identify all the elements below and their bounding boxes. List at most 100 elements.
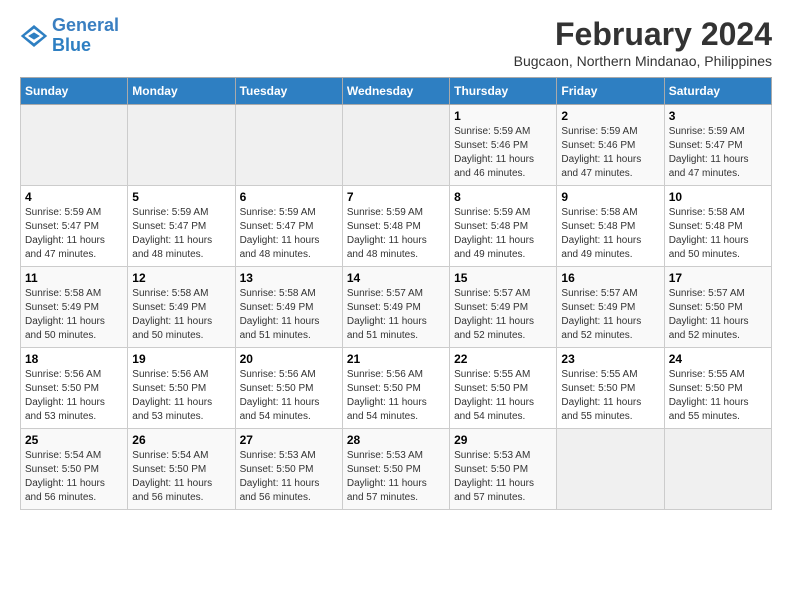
day-number: 2	[561, 109, 659, 123]
calendar-cell: 29 Sunrise: 5:53 AMSunset: 5:50 PMDayligh…	[450, 429, 557, 510]
calendar-cell: 3 Sunrise: 5:59 AMSunset: 5:47 PMDaylight…	[664, 105, 771, 186]
day-number: 21	[347, 352, 445, 366]
day-number: 12	[132, 271, 230, 285]
calendar-cell: 21Sunrise: 5:56 AMSunset: 5:50 PMDayligh…	[342, 348, 449, 429]
day-info: Sunrise: 5:53 AMSunset: 5:50 PMDaylight:…	[240, 449, 338, 505]
day-info: Sunrise: 5:53 AMSunset: 5:50 PMDaylight:…	[347, 449, 445, 505]
day-info: Sunrise: 5:55 AMSunset: 5:50 PMDaylight:…	[561, 368, 659, 424]
day-number: 26	[132, 433, 230, 447]
calendar-cell: 5 Sunrise: 5:59 AMSunset: 5:47 PMDaylight…	[128, 186, 235, 267]
logo-icon	[20, 25, 48, 47]
day-info: Sunrise: 5:54 AMSunset: 5:50 PMDaylight:…	[132, 449, 230, 505]
day-info: Sunrise: 5:55 AMSunset: 5:50 PMDaylight:…	[454, 368, 552, 424]
day-number: 6	[240, 190, 338, 204]
calendar-cell: 15 Sunrise: 5:57 AMSunset: 5:49 PMDayligh…	[450, 267, 557, 348]
day-info: Sunrise: 5:59 AMSunset: 5:47 PMDaylight:…	[25, 206, 123, 262]
calendar-week-2: 4Sunrise: 5:59 AMSunset: 5:47 PMDaylight…	[21, 186, 772, 267]
day-info: Sunrise: 5:54 AMSunset: 5:50 PMDaylight:…	[25, 449, 123, 505]
day-number: 10	[669, 190, 767, 204]
calendar-cell: 22 Sunrise: 5:55 AMSunset: 5:50 PMDayligh…	[450, 348, 557, 429]
column-header-saturday: Saturday	[664, 78, 771, 105]
day-number: 28	[347, 433, 445, 447]
calendar-cell: 14 Sunrise: 5:57 AMSunset: 5:49 PMDayligh…	[342, 267, 449, 348]
calendar-week-3: 11 Sunrise: 5:58 AMSunset: 5:49 PMDayligh…	[21, 267, 772, 348]
day-info: Sunrise: 5:59 AMSunset: 5:48 PMDaylight:…	[347, 206, 445, 262]
calendar-table: SundayMondayTuesdayWednesdayThursdayFrid…	[20, 77, 772, 510]
day-number: 19	[132, 352, 230, 366]
calendar-cell: 28 Sunrise: 5:53 AMSunset: 5:50 PMDayligh…	[342, 429, 449, 510]
calendar-cell: 6 Sunrise: 5:59 AMSunset: 5:47 PMDaylight…	[235, 186, 342, 267]
calendar-cell: 10 Sunrise: 5:58 AMSunset: 5:48 PMDayligh…	[664, 186, 771, 267]
calendar-cell: 16Sunrise: 5:57 AMSunset: 5:49 PMDayligh…	[557, 267, 664, 348]
column-header-friday: Friday	[557, 78, 664, 105]
column-header-thursday: Thursday	[450, 78, 557, 105]
calendar-week-4: 18 Sunrise: 5:56 AMSunset: 5:50 PMDayligh…	[21, 348, 772, 429]
day-number: 17	[669, 271, 767, 285]
day-info: Sunrise: 5:56 AMSunset: 5:50 PMDaylight:…	[25, 368, 123, 424]
day-number: 9	[561, 190, 659, 204]
day-number: 23	[561, 352, 659, 366]
day-info: Sunrise: 5:58 AMSunset: 5:49 PMDaylight:…	[132, 287, 230, 343]
day-info: Sunrise: 5:56 AMSunset: 5:50 PMDaylight:…	[240, 368, 338, 424]
calendar-body: 1Sunrise: 5:59 AMSunset: 5:46 PMDaylight…	[21, 105, 772, 510]
day-number: 25	[25, 433, 123, 447]
logo-text: General Blue	[52, 16, 119, 56]
calendar-cell: 24 Sunrise: 5:55 AMSunset: 5:50 PMDayligh…	[664, 348, 771, 429]
day-number: 27	[240, 433, 338, 447]
calendar-cell: 8Sunrise: 5:59 AMSunset: 5:48 PMDaylight…	[450, 186, 557, 267]
day-info: Sunrise: 5:58 AMSunset: 5:48 PMDaylight:…	[561, 206, 659, 262]
day-info: Sunrise: 5:59 AMSunset: 5:47 PMDaylight:…	[669, 125, 767, 181]
day-info: Sunrise: 5:57 AMSunset: 5:49 PMDaylight:…	[454, 287, 552, 343]
calendar-cell	[557, 429, 664, 510]
day-number: 3	[669, 109, 767, 123]
location: Bugcaon, Northern Mindanao, Philippines	[514, 53, 772, 69]
calendar-cell: 27 Sunrise: 5:53 AMSunset: 5:50 PMDayligh…	[235, 429, 342, 510]
day-info: Sunrise: 5:59 AMSunset: 5:46 PMDaylight:…	[454, 125, 552, 181]
calendar-week-1: 1Sunrise: 5:59 AMSunset: 5:46 PMDaylight…	[21, 105, 772, 186]
column-header-monday: Monday	[128, 78, 235, 105]
calendar-cell: 1Sunrise: 5:59 AMSunset: 5:46 PMDaylight…	[450, 105, 557, 186]
month-year: February 2024	[514, 16, 772, 53]
calendar-cell: 9 Sunrise: 5:58 AMSunset: 5:48 PMDaylight…	[557, 186, 664, 267]
day-number: 14	[347, 271, 445, 285]
day-number: 18	[25, 352, 123, 366]
day-info: Sunrise: 5:57 AMSunset: 5:49 PMDaylight:…	[347, 287, 445, 343]
calendar-cell	[664, 429, 771, 510]
day-info: Sunrise: 5:58 AMSunset: 5:48 PMDaylight:…	[669, 206, 767, 262]
day-number: 22	[454, 352, 552, 366]
calendar-cell: 18 Sunrise: 5:56 AMSunset: 5:50 PMDayligh…	[21, 348, 128, 429]
day-number: 15	[454, 271, 552, 285]
day-number: 8	[454, 190, 552, 204]
calendar-cell: 20Sunrise: 5:56 AMSunset: 5:50 PMDayligh…	[235, 348, 342, 429]
day-number: 13	[240, 271, 338, 285]
day-info: Sunrise: 5:58 AMSunset: 5:49 PMDaylight:…	[240, 287, 338, 343]
day-info: Sunrise: 5:59 AMSunset: 5:47 PMDaylight:…	[132, 206, 230, 262]
day-info: Sunrise: 5:58 AMSunset: 5:49 PMDaylight:…	[25, 287, 123, 343]
day-info: Sunrise: 5:55 AMSunset: 5:50 PMDaylight:…	[669, 368, 767, 424]
calendar-cell: 17 Sunrise: 5:57 AMSunset: 5:50 PMDayligh…	[664, 267, 771, 348]
calendar-header-row: SundayMondayTuesdayWednesdayThursdayFrid…	[21, 78, 772, 105]
day-number: 24	[669, 352, 767, 366]
page-header: General Blue February 2024 Bugcaon, Nort…	[20, 16, 772, 69]
calendar-cell: 7 Sunrise: 5:59 AMSunset: 5:48 PMDaylight…	[342, 186, 449, 267]
day-info: Sunrise: 5:59 AMSunset: 5:46 PMDaylight:…	[561, 125, 659, 181]
calendar-cell: 23 Sunrise: 5:55 AMSunset: 5:50 PMDayligh…	[557, 348, 664, 429]
calendar-cell	[128, 105, 235, 186]
calendar-cell: 13 Sunrise: 5:58 AMSunset: 5:49 PMDayligh…	[235, 267, 342, 348]
day-info: Sunrise: 5:56 AMSunset: 5:50 PMDaylight:…	[132, 368, 230, 424]
calendar-cell: 25 Sunrise: 5:54 AMSunset: 5:50 PMDayligh…	[21, 429, 128, 510]
day-number: 7	[347, 190, 445, 204]
day-number: 11	[25, 271, 123, 285]
day-info: Sunrise: 5:53 AMSunset: 5:50 PMDaylight:…	[454, 449, 552, 505]
title-block: February 2024 Bugcaon, Northern Mindanao…	[514, 16, 772, 69]
day-number: 5	[132, 190, 230, 204]
day-info: Sunrise: 5:57 AMSunset: 5:50 PMDaylight:…	[669, 287, 767, 343]
day-info: Sunrise: 5:59 AMSunset: 5:47 PMDaylight:…	[240, 206, 338, 262]
calendar-cell: 2 Sunrise: 5:59 AMSunset: 5:46 PMDaylight…	[557, 105, 664, 186]
calendar-cell: 11 Sunrise: 5:58 AMSunset: 5:49 PMDayligh…	[21, 267, 128, 348]
day-number: 29	[454, 433, 552, 447]
column-header-sunday: Sunday	[21, 78, 128, 105]
day-info: Sunrise: 5:57 AMSunset: 5:49 PMDaylight:…	[561, 287, 659, 343]
calendar-cell: 26 Sunrise: 5:54 AMSunset: 5:50 PMDayligh…	[128, 429, 235, 510]
column-header-wednesday: Wednesday	[342, 78, 449, 105]
